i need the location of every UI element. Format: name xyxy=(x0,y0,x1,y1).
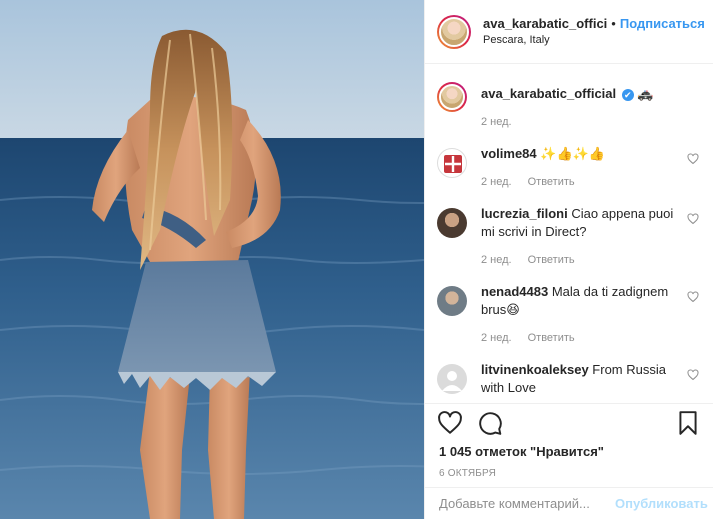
comment-like-heart-icon[interactable] xyxy=(687,369,699,381)
verified-badge-icon: ✔ xyxy=(621,88,634,101)
reply-button[interactable]: Ответить xyxy=(528,251,575,269)
comment-item: volime84 ✨👍✨👍 2 нед. Ответить xyxy=(425,145,713,191)
post-photo[interactable] xyxy=(0,0,424,519)
heart-icon[interactable] xyxy=(437,410,463,436)
caption-avatar[interactable] xyxy=(437,82,467,112)
instagram-post: ava_karabatic_offici • Подписаться Pesca… xyxy=(0,0,713,519)
commenter-avatar[interactable] xyxy=(437,286,467,316)
comment-like-heart-icon[interactable] xyxy=(687,153,699,165)
comment-time[interactable]: 2 нед. xyxy=(481,173,512,191)
caption-username[interactable]: ava_karabatic_official xyxy=(481,86,616,101)
separator-dot: • xyxy=(611,15,616,31)
comment-username[interactable]: lucrezia_filoni xyxy=(481,206,568,221)
post-date[interactable]: 6 ОКТЯБРЯ xyxy=(425,468,713,479)
reply-button[interactable]: Ответить xyxy=(528,173,575,191)
reply-button[interactable]: Ответить xyxy=(528,329,575,347)
comment-item: nenad4483 Mala da ti zadignem brus😆 2 не… xyxy=(425,283,713,347)
caption-time[interactable]: 2 нед. xyxy=(481,113,512,131)
post-sidebar: ava_karabatic_offici • Подписаться Pesca… xyxy=(424,0,713,519)
comment-item: litvinenkoaleksey From Russia with Love xyxy=(425,361,713,397)
serbian-eagle-avatar-icon xyxy=(444,155,462,173)
post-actions: 1 045 отметок "Нравится" 6 ОКТЯБРЯ xyxy=(425,403,713,479)
author-avatar[interactable] xyxy=(437,14,471,49)
caption-emoji: 🚓 xyxy=(637,86,654,101)
commenter-avatar[interactable] xyxy=(437,148,467,178)
publish-button[interactable]: Опубликовать xyxy=(615,496,708,511)
follow-button[interactable]: Подписаться xyxy=(620,16,705,32)
caption-item: ava_karabatic_official ✔ 🚓 2 нед. xyxy=(425,79,713,131)
commenter-avatar[interactable] xyxy=(437,364,467,394)
default-user-icon xyxy=(442,371,462,391)
comment-item: lucrezia_filoni Ciao appena puoi mi scri… xyxy=(425,205,713,269)
comment-text: ✨👍✨👍 xyxy=(540,146,606,161)
post-location[interactable]: Pescara, Italy xyxy=(483,32,705,48)
comment-time[interactable]: 2 нед. xyxy=(481,329,512,347)
post-header: ava_karabatic_offici • Подписаться Pesca… xyxy=(425,0,713,64)
comment-username[interactable]: litvinenkoaleksey xyxy=(481,362,589,377)
save-icon[interactable] xyxy=(675,410,701,436)
comment-input[interactable] xyxy=(439,496,615,511)
comment-time[interactable]: 2 нед. xyxy=(481,251,512,269)
photo-image xyxy=(0,0,424,519)
commenter-avatar[interactable] xyxy=(437,208,467,238)
comment-username[interactable]: nenad4483 xyxy=(481,284,548,299)
comments-list[interactable]: ava_karabatic_official ✔ 🚓 2 нед. volime… xyxy=(425,65,713,403)
likes-count[interactable]: 1 045 отметок "Нравится" xyxy=(425,444,713,459)
author-username[interactable]: ava_karabatic_offici xyxy=(483,16,607,32)
comment-username[interactable]: volime84 xyxy=(481,146,537,161)
comment-like-heart-icon[interactable] xyxy=(687,213,699,225)
comment-icon[interactable] xyxy=(477,410,503,436)
add-comment-bar: Опубликовать xyxy=(425,487,713,519)
comment-like-heart-icon[interactable] xyxy=(687,291,699,303)
